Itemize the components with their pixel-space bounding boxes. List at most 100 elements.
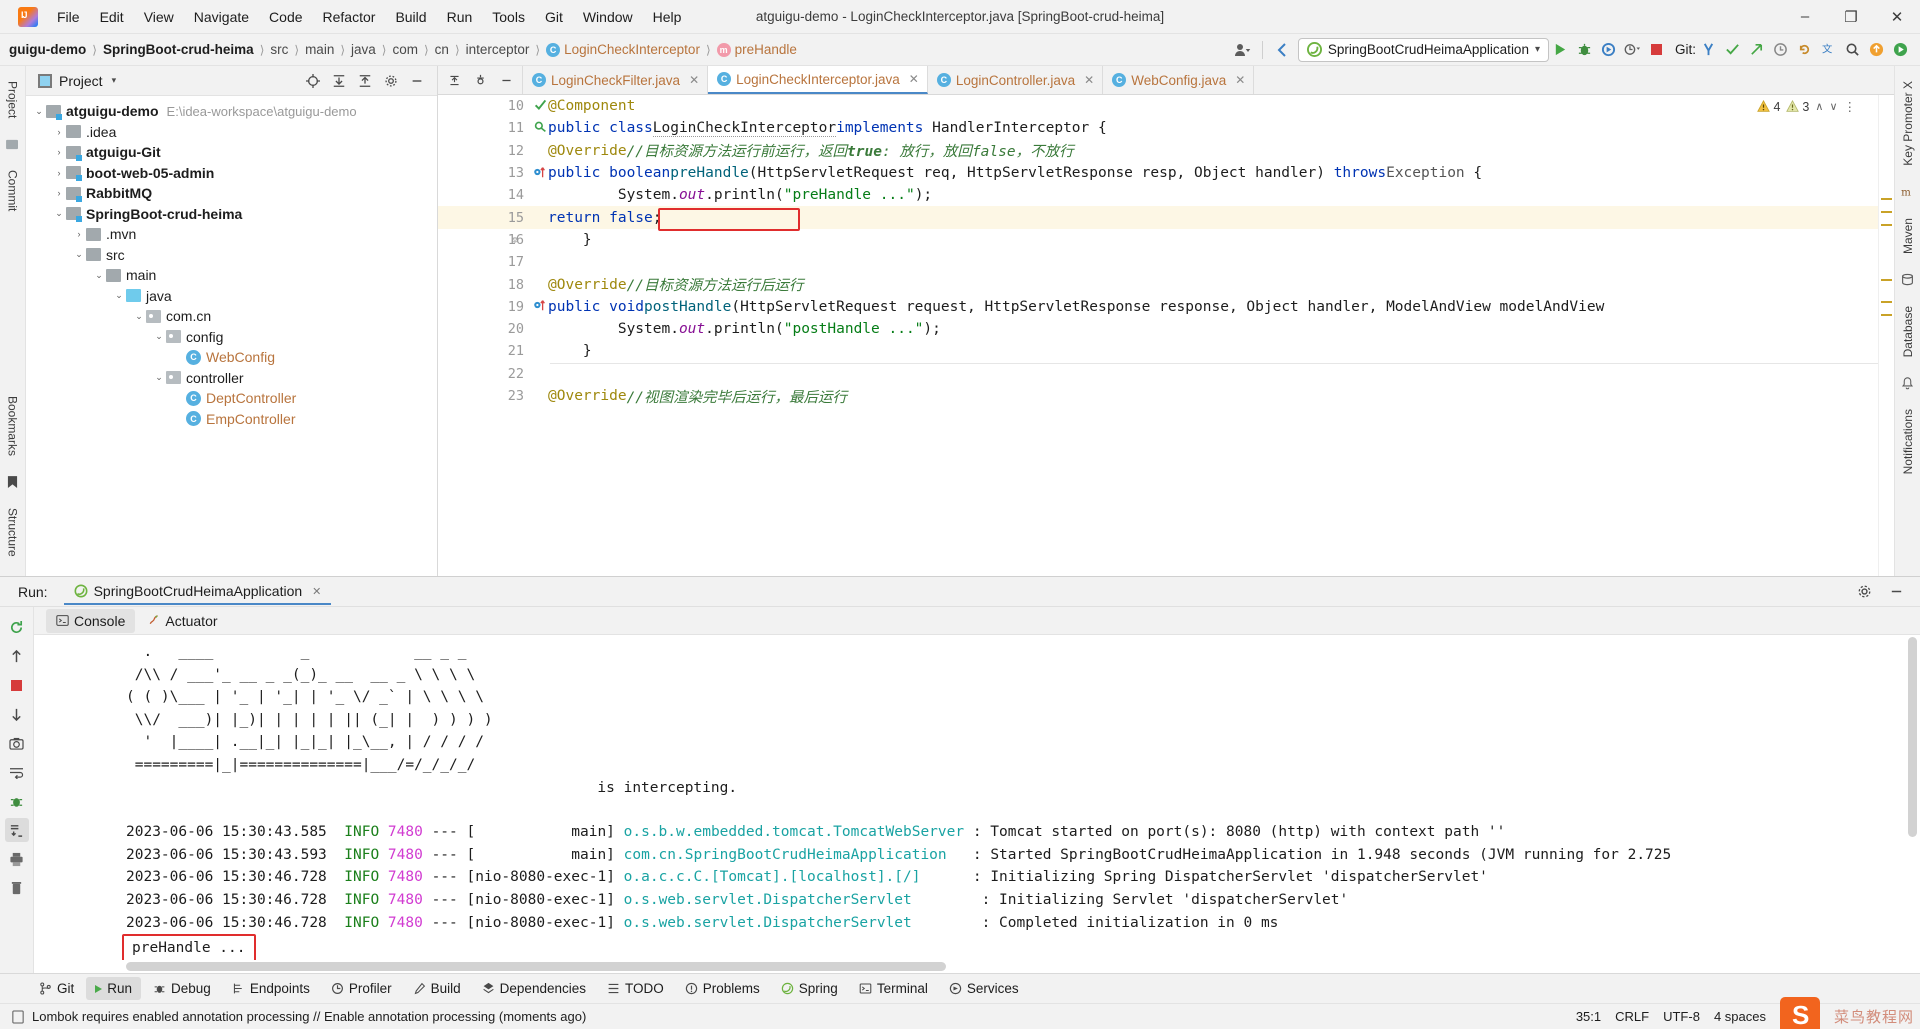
scrollbar-thumb[interactable]: [126, 962, 946, 971]
tool-tab-maven[interactable]: Maven: [1899, 209, 1917, 263]
chevron-right-icon[interactable]: ›: [72, 229, 86, 239]
settings-icon[interactable]: [1852, 580, 1876, 604]
tree-node-empcontroller[interactable]: C EmpController: [26, 409, 437, 430]
menu-run[interactable]: Run: [438, 5, 482, 29]
scroll-down-icon[interactable]: [5, 702, 29, 726]
editor-tab-logincheckinterceptor[interactable]: C LoginCheckInterceptor.java ✕: [708, 66, 928, 94]
stop-icon[interactable]: [1645, 38, 1669, 62]
close-button[interactable]: ✕: [1874, 0, 1920, 34]
scrollbar-thumb[interactable]: [1908, 637, 1917, 837]
breadcrumb-item-method[interactable]: m preHandle: [712, 40, 802, 59]
tree-node-atguigu-demo[interactable]: ⌄ atguigu-demo E:\idea-workspace\atguigu…: [26, 101, 437, 122]
breadcrumb-item-src[interactable]: src: [265, 40, 293, 59]
menu-tools[interactable]: Tools: [483, 5, 534, 29]
print-icon[interactable]: [5, 847, 29, 871]
menu-build[interactable]: Build: [386, 5, 435, 29]
profiler-icon[interactable]: [1621, 38, 1645, 62]
chevron-right-icon[interactable]: ›: [52, 127, 66, 137]
tree-node-atguigu-git[interactable]: › atguigu-Git: [26, 142, 437, 163]
chevron-down-icon[interactable]: ⌄: [132, 311, 146, 322]
run-tab-springbootcrudheimaapplication[interactable]: SpringBootCrudHeimaApplication ✕: [63, 578, 332, 605]
tool-tab-database[interactable]: Database: [1899, 297, 1917, 366]
tool-button-todo[interactable]: TODO: [598, 977, 673, 1000]
breadcrumb-item-module[interactable]: SpringBoot-crud-heima: [98, 40, 259, 59]
console-horizontal-scrollbar[interactable]: [34, 960, 1920, 973]
editor-tab-webconfig[interactable]: C WebConfig.java ✕: [1103, 66, 1255, 94]
chevron-down-icon[interactable]: ⌄: [32, 106, 46, 117]
translate-icon[interactable]: 文: [1816, 38, 1840, 62]
close-icon[interactable]: ✕: [1084, 73, 1094, 87]
breadcrumb-item-main[interactable]: main: [300, 40, 339, 59]
chevron-right-icon[interactable]: ›: [52, 147, 66, 157]
menu-refactor[interactable]: Refactor: [314, 5, 385, 29]
tool-button-run[interactable]: Run: [86, 977, 142, 1000]
tool-button-problems[interactable]: Problems: [676, 977, 769, 1000]
menu-window[interactable]: Window: [574, 5, 642, 29]
search-icon[interactable]: [1840, 38, 1864, 62]
tool-button-dependencies[interactable]: Dependencies: [473, 977, 595, 1000]
run-icon[interactable]: [1549, 38, 1573, 62]
menu-help[interactable]: Help: [644, 5, 691, 29]
settings-icon[interactable]: [468, 68, 492, 92]
breadcrumb-item-com[interactable]: com: [387, 40, 423, 59]
tree-node-com-cn[interactable]: ⌄ com.cn: [26, 306, 437, 327]
tool-button-git[interactable]: Git: [30, 977, 83, 1000]
menu-git[interactable]: Git: [536, 5, 572, 29]
chevron-down-icon[interactable]: ⌄: [152, 372, 166, 383]
tool-button-endpoints[interactable]: Endpoints: [223, 977, 319, 1000]
console-tab-actuator[interactable]: Actuator: [137, 609, 227, 633]
camera-icon[interactable]: [5, 731, 29, 755]
collapse-all-icon[interactable]: [353, 69, 377, 93]
error-stripe[interactable]: [1878, 95, 1894, 576]
editor-tab-logincheckfilter[interactable]: C LoginCheckFilter.java ✕: [523, 66, 709, 94]
hide-icon[interactable]: [494, 68, 518, 92]
git-history-icon[interactable]: [1768, 38, 1792, 62]
chevron-down-icon[interactable]: ▾: [112, 75, 117, 86]
run-configuration-selector[interactable]: SpringBootCrudHeimaApplication ▾: [1297, 37, 1549, 62]
tool-button-profiler[interactable]: Profiler: [322, 977, 401, 1000]
tree-node-webconfig[interactable]: C WebConfig: [26, 347, 437, 368]
tool-button-terminal[interactable]: Terminal: [850, 977, 937, 1000]
clear-all-icon[interactable]: [5, 876, 29, 900]
project-tree[interactable]: ⌄ atguigu-demo E:\idea-workspace\atguigu…: [26, 96, 437, 576]
breadcrumb-item-cn[interactable]: cn: [430, 40, 454, 59]
breadcrumb-item-interceptor[interactable]: interceptor: [461, 40, 535, 59]
breadcrumb-item-java[interactable]: java: [346, 40, 381, 59]
console-output[interactable]: . ____ _ __ _ _ /\\ / ___'_ __ _ _(_)_ _…: [34, 635, 1920, 960]
breadcrumb-item-project[interactable]: guigu-demo: [4, 40, 91, 59]
expand-all-icon[interactable]: [327, 69, 351, 93]
editor-tab-logincontroller[interactable]: C LoginController.java ✕: [928, 66, 1104, 94]
more-options-icon[interactable]: ⋮: [1844, 99, 1857, 114]
run-with-coverage-icon[interactable]: [1597, 38, 1621, 62]
console-vertical-scrollbar[interactable]: [1906, 637, 1918, 946]
status-message[interactable]: Lombok requires enabled annotation proce…: [32, 1009, 586, 1024]
tree-node-idea[interactable]: › .idea: [26, 122, 437, 143]
tree-node-rabbitmq[interactable]: › RabbitMQ: [26, 183, 437, 204]
git-push-icon[interactable]: [1744, 38, 1768, 62]
prev-issue-icon[interactable]: ∧: [1815, 100, 1823, 113]
locate-icon[interactable]: [301, 69, 325, 93]
debug-icon[interactable]: [1573, 38, 1597, 62]
editor-gutter[interactable]: 10 11 12 13 14 15 16 ⎊ 17 18 19 20 21 22…: [438, 95, 546, 576]
play-icon[interactable]: [1888, 38, 1912, 62]
code-editor[interactable]: 10 11 12 13 14 15 16 ⎊ 17 18 19 20 21 22…: [438, 95, 1894, 576]
tree-node-boot-web-05-admin[interactable]: › boot-web-05-admin: [26, 163, 437, 184]
scroll-to-end-icon[interactable]: [4, 818, 29, 842]
minimize-button[interactable]: –: [1782, 0, 1828, 34]
menu-file[interactable]: File: [48, 5, 89, 29]
close-icon[interactable]: ✕: [1235, 73, 1245, 87]
next-issue-icon[interactable]: ∨: [1829, 100, 1837, 113]
event-log-icon[interactable]: [12, 1009, 24, 1024]
inspection-widget[interactable]: 4 3 ∧ ∨ ⋮: [1757, 99, 1856, 114]
tree-node-mvn[interactable]: › .mvn: [26, 224, 437, 245]
tool-tab-structure[interactable]: Structure: [4, 499, 22, 566]
minimize-icon[interactable]: [1884, 580, 1908, 604]
file-encoding[interactable]: UTF-8: [1663, 1009, 1700, 1024]
chevron-down-icon[interactable]: ⌄: [152, 331, 166, 342]
maximize-button[interactable]: ❐: [1828, 0, 1874, 34]
caret-position[interactable]: 35:1: [1576, 1009, 1601, 1024]
indent-setting[interactable]: 4 spaces: [1714, 1009, 1766, 1024]
close-icon[interactable]: ✕: [689, 73, 699, 87]
console-tab-console[interactable]: Console: [46, 608, 136, 633]
bug-icon[interactable]: [5, 789, 29, 813]
